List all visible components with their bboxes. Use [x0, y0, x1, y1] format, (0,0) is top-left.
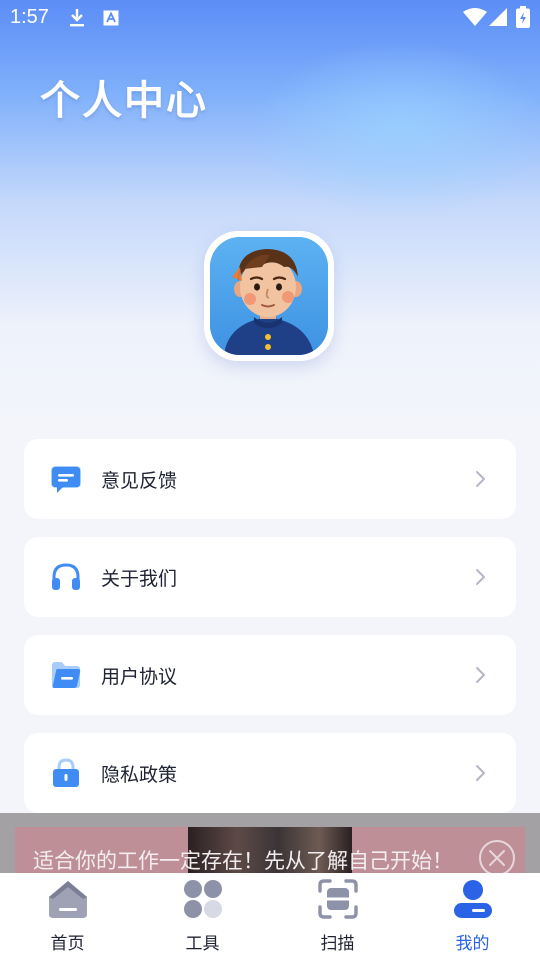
cartoon-boy-illustration — [210, 237, 328, 355]
wifi-icon — [463, 8, 487, 26]
battery-icon — [516, 6, 530, 28]
avatar-image — [210, 237, 328, 355]
menu-item-label: 关于我们 — [101, 568, 178, 590]
menu-item-label: 用户协议 — [101, 666, 178, 688]
signal-icon — [489, 8, 507, 26]
tab-profile[interactable]: 我的 — [405, 873, 540, 960]
tools-icon — [184, 880, 222, 918]
menu-item-about[interactable]: 关于我们 — [24, 537, 516, 617]
menu-item-label: 隐私政策 — [101, 764, 178, 786]
download-icon — [70, 9, 84, 27]
ad-banner[interactable]: 适合你的工作一定存在！先从了解自己开始！ — [0, 813, 540, 873]
tab-label: 扫描 — [320, 934, 355, 954]
menu-item-user-agreement[interactable]: 用户协议 — [24, 635, 516, 715]
chevron-right-icon — [476, 667, 485, 683]
folder-icon — [52, 662, 81, 688]
tab-bar: 首页 工具 扫描 我的 — [0, 873, 540, 960]
tab-tools[interactable]: 工具 — [135, 873, 270, 960]
menu-item-privacy-policy[interactable]: 隐私政策 — [24, 733, 516, 813]
headphones-icon — [52, 563, 80, 590]
tab-label: 工具 — [185, 934, 220, 954]
avatar[interactable] — [204, 231, 334, 361]
a-icon — [103, 10, 119, 26]
chevron-right-icon — [476, 765, 485, 781]
close-icon[interactable] — [478, 839, 516, 873]
menu-item-feedback[interactable]: 意见反馈 — [24, 439, 516, 519]
page-title: 个人中心 — [40, 78, 208, 124]
tab-label: 我的 — [455, 934, 490, 954]
scan-icon — [318, 879, 358, 919]
chevron-right-icon — [476, 471, 485, 487]
status-bar: 1:57 — [0, 0, 540, 36]
home-icon — [49, 881, 87, 918]
lock-icon — [53, 758, 79, 787]
menu-item-label: 意见反馈 — [101, 470, 178, 492]
ad-text: 适合你的工作一定存在！先从了解自己开始！ — [33, 849, 453, 873]
header-glow — [250, 40, 540, 220]
status-time: 1:57 — [10, 6, 49, 28]
profile-icon — [454, 880, 492, 918]
tab-scan[interactable]: 扫描 — [270, 873, 405, 960]
tab-label: 首页 — [50, 934, 85, 954]
feedback-icon — [51, 466, 81, 493]
chevron-right-icon — [476, 569, 485, 585]
tab-home[interactable]: 首页 — [0, 873, 135, 960]
